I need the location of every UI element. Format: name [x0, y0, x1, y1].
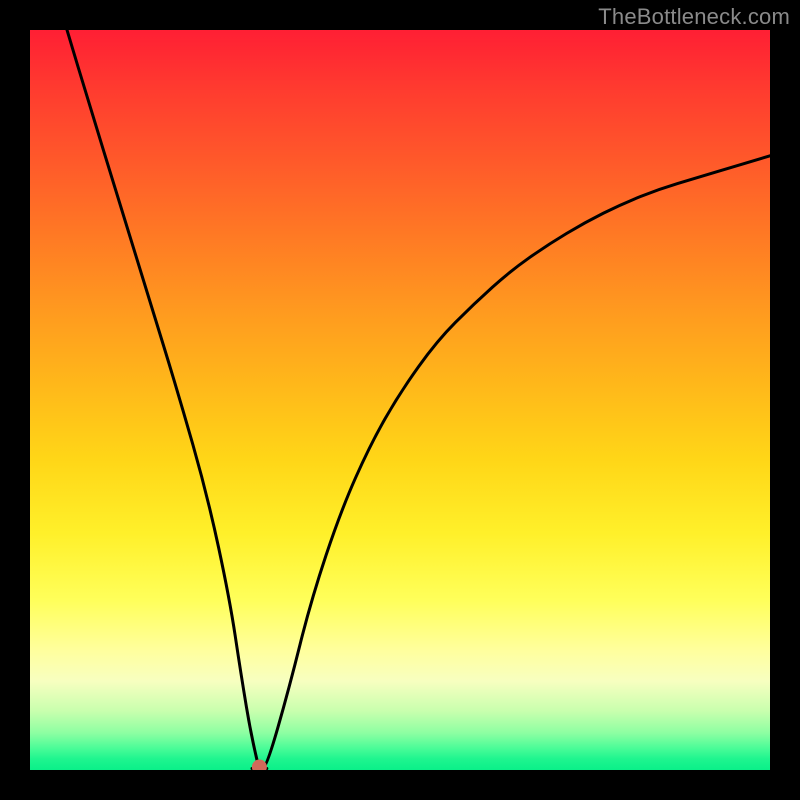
watermark-text: TheBottleneck.com: [598, 4, 790, 30]
plot-area: [30, 30, 770, 770]
chart-container: TheBottleneck.com: [0, 0, 800, 800]
chart-svg: [30, 30, 770, 770]
series-curve: [67, 30, 770, 770]
marker-dot: [252, 760, 266, 770]
